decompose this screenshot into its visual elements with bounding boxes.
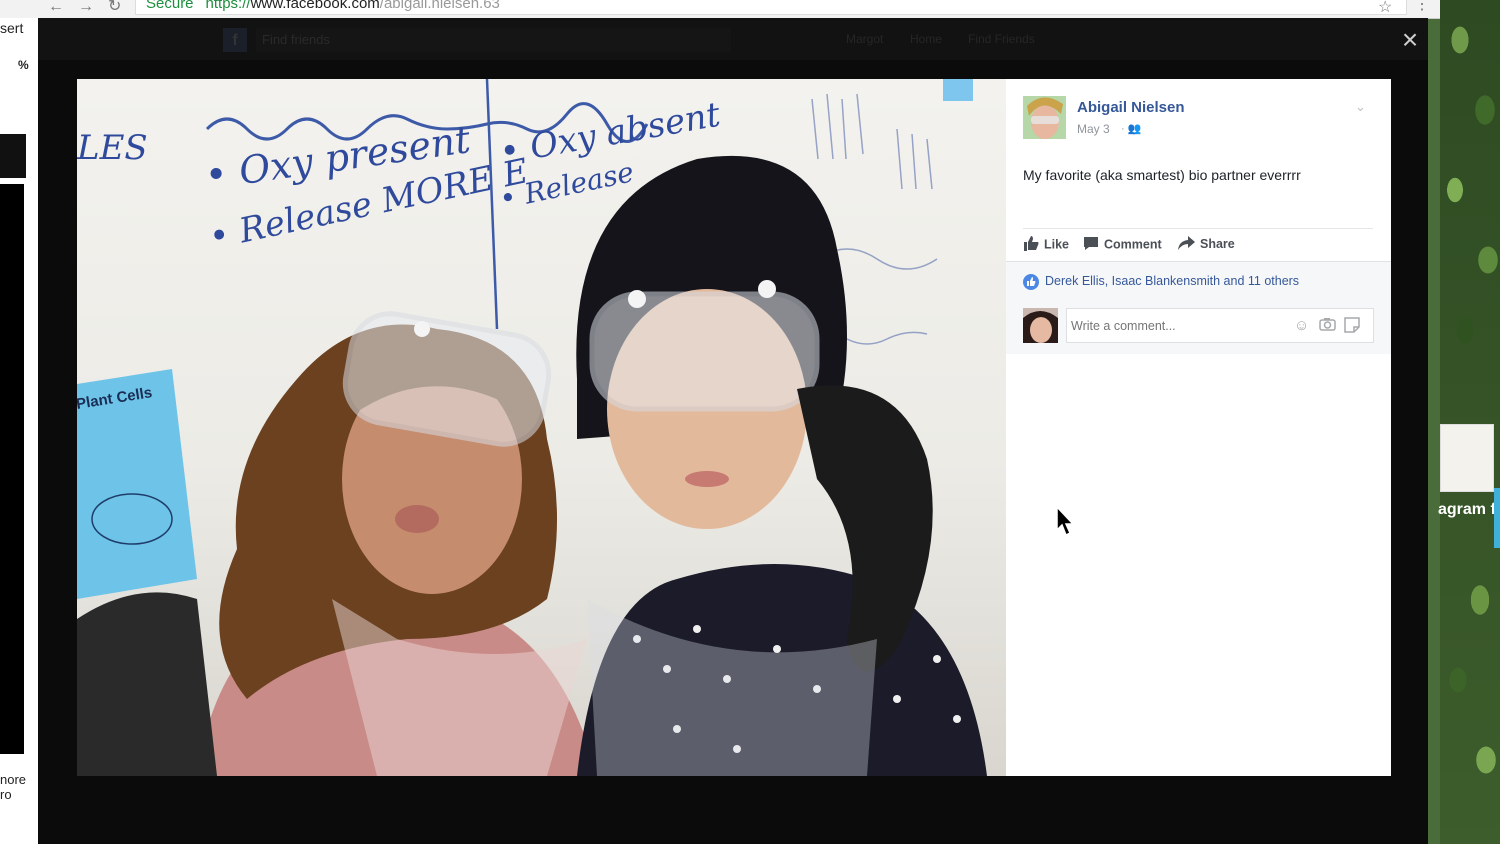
friends-icon[interactable]: · 👥 bbox=[1121, 122, 1141, 135]
sticker-icon[interactable] bbox=[1344, 317, 1360, 337]
browser-toolbar: ←→↻ Secure https://www.facebook.com/abiga… bbox=[0, 0, 1440, 19]
share-label: Share bbox=[1200, 236, 1235, 251]
comment-tools: ☺ bbox=[1294, 317, 1364, 335]
nav-home[interactable]: Home bbox=[910, 32, 942, 46]
bookmark-star-icon[interactable]: ☆ bbox=[1378, 0, 1392, 17]
reactions-and-comments: Derek Ellis, Isaac Blankensmith and 11 o… bbox=[1006, 261, 1391, 354]
emoji-icon[interactable]: ☺ bbox=[1294, 317, 1309, 334]
nav-profile-name[interactable]: Margot bbox=[846, 32, 883, 46]
author-avatar-image bbox=[1023, 96, 1066, 139]
background-foliage bbox=[1440, 0, 1500, 844]
comment-label: Comment bbox=[1104, 237, 1162, 252]
divider bbox=[1023, 228, 1373, 229]
facebook-top-bar: f Find friends Margot Home Find Friends bbox=[38, 18, 1428, 60]
post-caption: My favorite (aka smartest) bio partner e… bbox=[1023, 167, 1301, 183]
post-side-panel: Abigail Nielsen May 3 · 👥 ⌄ My favorite … bbox=[1006, 79, 1391, 776]
like-label: Like bbox=[1044, 237, 1070, 252]
likers-list[interactable]: Derek Ellis, Isaac Blankensmith and 11 o… bbox=[1045, 274, 1299, 288]
thumbs-up-icon bbox=[1023, 236, 1039, 254]
background-text: agram f bbox=[1438, 501, 1496, 518]
close-icon[interactable]: × bbox=[1398, 26, 1422, 54]
background-thumbnail bbox=[1440, 424, 1494, 492]
author-avatar[interactable] bbox=[1023, 96, 1066, 139]
url-host: www.facebook.com bbox=[250, 0, 380, 12]
viewer-avatar bbox=[1023, 308, 1058, 343]
like-button[interactable]: Like bbox=[1023, 236, 1069, 254]
left-app-dark-block bbox=[0, 134, 26, 178]
background-app-window: sert % nore ro bbox=[0, 18, 38, 844]
viewer-avatar-image bbox=[1023, 308, 1058, 343]
background-accent-bar bbox=[1494, 488, 1500, 548]
browser-nav-icons[interactable]: ←→↻ bbox=[48, 0, 135, 16]
camera-icon[interactable] bbox=[1319, 317, 1336, 335]
whiteboard-text-les: LES bbox=[77, 128, 148, 168]
post-date[interactable]: May 3 bbox=[1077, 122, 1110, 136]
photo-viewer-modal: LES • Oxy present • Release MORE E • Oxy… bbox=[77, 79, 1391, 776]
post-photo[interactable]: LES • Oxy present • Release MORE E • Oxy… bbox=[77, 79, 1006, 776]
share-button[interactable]: Share bbox=[1178, 236, 1235, 253]
left-app-text-bottom: nore ro bbox=[0, 772, 27, 802]
left-app-text-top: sert bbox=[0, 20, 24, 36]
url-path: /abigail.nielsen.63 bbox=[379, 0, 500, 12]
comment-bubble-icon bbox=[1083, 236, 1099, 254]
address-bar[interactable]: Secure https://www.facebook.com/abigail.n… bbox=[135, 0, 1407, 15]
facebook-search-input[interactable]: Find friends bbox=[256, 28, 731, 52]
photo-illustration: LES • Oxy present • Release MORE E • Oxy… bbox=[77, 79, 987, 776]
secure-label: Secure bbox=[146, 0, 194, 12]
nav-find-friends[interactable]: Find Friends bbox=[968, 32, 1035, 46]
mouse-cursor-icon bbox=[1056, 505, 1075, 541]
left-app-percent: % bbox=[18, 58, 29, 72]
like-reaction-icon bbox=[1023, 274, 1039, 290]
url-scheme: https:// bbox=[205, 0, 251, 12]
author-name[interactable]: Abigail Nielsen bbox=[1077, 99, 1185, 116]
facebook-logo[interactable]: f bbox=[223, 28, 247, 52]
left-app-dark-panel bbox=[0, 184, 24, 754]
chevron-down-icon[interactable]: ⌄ bbox=[1355, 99, 1366, 115]
share-arrow-icon bbox=[1178, 236, 1195, 253]
browser-menu-icon[interactable]: ⋮ bbox=[1414, 0, 1430, 14]
comment-button[interactable]: Comment bbox=[1083, 236, 1162, 254]
